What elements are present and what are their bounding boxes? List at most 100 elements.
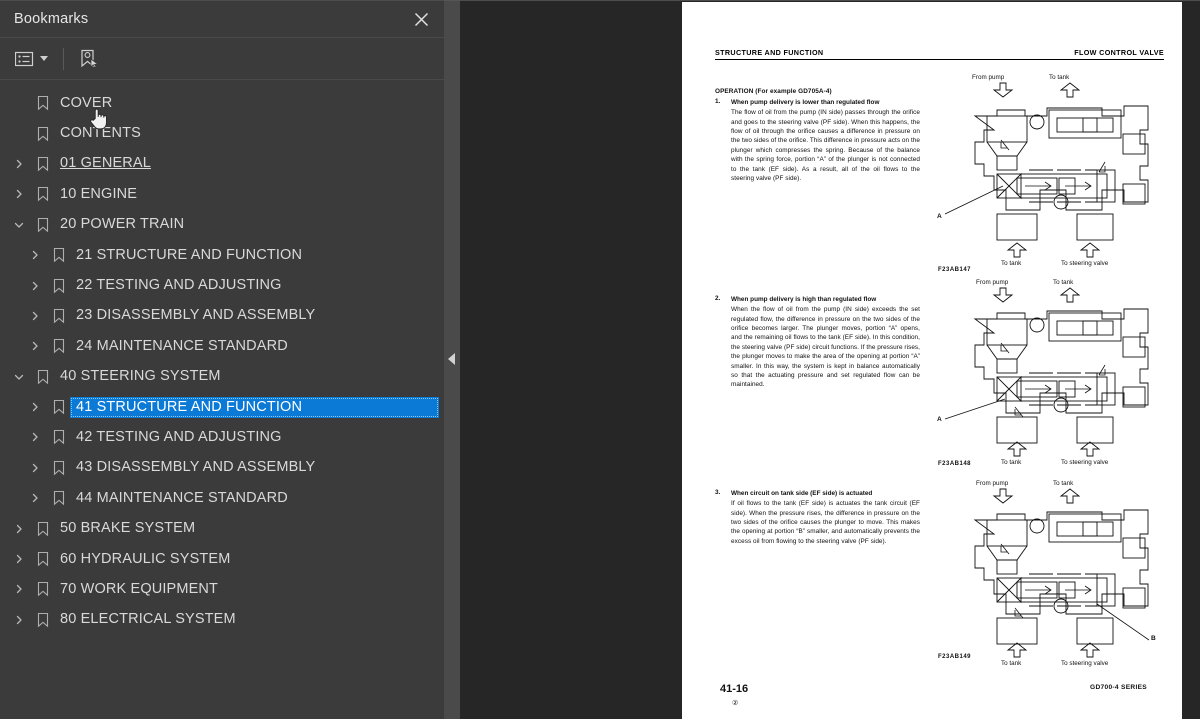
figure-1: From pump To tank A To tank To steering …: [937, 74, 1162, 274]
chevron-right-icon[interactable]: [24, 331, 46, 361]
chevron-right-icon[interactable]: [24, 453, 46, 483]
chevron-right-icon[interactable]: [24, 240, 46, 270]
figure-2-bottom-label-0: To tank: [1001, 459, 1022, 466]
chevron-right-icon[interactable]: [24, 392, 46, 422]
operation-title: OPERATION (For example GD705A-4): [715, 88, 832, 95]
bookmark-icon: [32, 186, 54, 202]
figure-2: From pump To tank A To tank To steering …: [937, 279, 1162, 471]
bookmark-item-21-structure-and-function[interactable]: 21 STRUCTURE AND FUNCTION: [0, 240, 444, 270]
bookmark-item-44-maintenance-standard[interactable]: 44 MAINTENANCE STANDARD: [0, 483, 444, 513]
bookmark-item-60-hydraulic-system[interactable]: 60 HYDRAULIC SYSTEM: [0, 544, 444, 574]
figure-3-bottom-label-1: To steering valve: [1061, 660, 1109, 667]
operation-item-3-wrap: 3. When circuit on tank side (EF side) i…: [715, 489, 920, 548]
chevron-right-icon[interactable]: [8, 514, 30, 544]
running-head-left: STRUCTURE AND FUNCTION: [715, 48, 824, 57]
figure-2-id: F23AB148: [938, 461, 972, 467]
figure-3-id: F23AB149: [938, 654, 972, 660]
bookmark-item-label: 41 STRUCTURE AND FUNCTION: [70, 396, 439, 418]
running-head-right: FLOW CONTROL VALVE: [1074, 48, 1164, 57]
operation-item-2-wrap: 2. When pump delivery is high than regul…: [715, 295, 920, 392]
panel-splitter[interactable]: [444, 0, 460, 719]
chevron-right-icon[interactable]: [8, 149, 30, 179]
figure-3-bottom-label-0: To tank: [1001, 660, 1022, 667]
bookmark-item-label: 70 WORK EQUIPMENT: [60, 580, 219, 597]
figure-1-callout: A: [937, 213, 942, 220]
figure-3: From pump To tank B To tank To steering …: [937, 480, 1162, 672]
operation-section: OPERATION (For example GD705A-4) 1. When…: [715, 88, 920, 185]
document-viewer[interactable]: STRUCTURE AND FUNCTION FLOW CONTROL VALV…: [460, 0, 1200, 719]
item-paragraph: When the flow of oil from the pump (IN s…: [731, 306, 920, 389]
figure-2-top-label-1: To tank: [1053, 279, 1074, 286]
bookmark-item-label: 80 ELECTRICAL SYSTEM: [60, 611, 236, 628]
figure-2-top-label-0: From pump: [976, 279, 1009, 286]
bookmark-item-cover[interactable]: COVER: [0, 88, 444, 118]
list-options-icon[interactable]: [12, 45, 51, 73]
chevron-right-icon[interactable]: [8, 544, 30, 574]
bookmark-item-20-power-train[interactable]: 20 POWER TRAIN: [0, 210, 444, 240]
bookmark-item-40-steering-system[interactable]: 40 STEERING SYSTEM: [0, 362, 444, 392]
figure-1-drawing: [944, 82, 1149, 258]
figure-1-top-label-0: From pump: [972, 74, 1005, 81]
bookmark-item-10-engine[interactable]: 10 ENGINE: [0, 179, 444, 209]
pdf-page-content: STRUCTURE AND FUNCTION FLOW CONTROL VALV…: [682, 2, 1182, 719]
bookmark-item-contents[interactable]: CONTENTS: [0, 118, 444, 148]
figure-2-drawing: [944, 287, 1149, 457]
bookmark-item-label: COVER: [60, 94, 113, 111]
bookmark-icon: [32, 581, 54, 597]
new-bookmark-icon[interactable]: [76, 45, 104, 73]
bookmark-icon: [48, 308, 70, 324]
panel-title: Bookmarks: [14, 11, 89, 27]
chevron-down-icon[interactable]: [8, 210, 30, 240]
page-revision-mark: ②: [732, 700, 739, 707]
chevron-down-icon[interactable]: [8, 362, 30, 392]
bookmark-icon: [48, 460, 70, 476]
chevron-right-icon[interactable]: [24, 422, 46, 452]
bookmark-item-label: 40 STEERING SYSTEM: [60, 368, 221, 385]
bookmark-item-70-work-equipment[interactable]: 70 WORK EQUIPMENT: [0, 574, 444, 604]
bookmark-item-label: 21 STRUCTURE AND FUNCTION: [76, 246, 303, 263]
bookmark-item-01-general[interactable]: 01 GENERAL: [0, 149, 444, 179]
bookmark-item-41-structure-and-function[interactable]: 41 STRUCTURE AND FUNCTION: [0, 392, 444, 422]
figure-3-drawing: [973, 488, 1150, 658]
bookmark-item-43-disassembly-and-assembly[interactable]: 43 DISASSEMBLY AND ASSEMBLY: [0, 453, 444, 483]
bookmark-item-24-maintenance-standard[interactable]: 24 MAINTENANCE STANDARD: [0, 331, 444, 361]
bookmark-item-50-brake-system[interactable]: 50 BRAKE SYSTEM: [0, 513, 444, 543]
bookmark-icon: [48, 429, 70, 445]
figure-1-bottom-label-0: To tank: [1001, 260, 1022, 267]
bookmark-item-label: 24 MAINTENANCE STANDARD: [76, 337, 288, 354]
bookmark-item-42-testing-and-adjusting[interactable]: 42 TESTING AND ADJUSTING: [0, 422, 444, 452]
item-heading: When pump delivery is high than regulate…: [731, 296, 877, 303]
figure-2-bottom-label-1: To steering valve: [1061, 459, 1109, 466]
chevron-right-icon[interactable]: [24, 271, 46, 301]
chevron-right-icon[interactable]: [8, 574, 30, 604]
pdf-reader-window: Bookmarks COVER CONTENTS 01 GENERAL 10 E…: [0, 0, 1200, 719]
item-number: 3.: [715, 489, 721, 496]
close-icon[interactable]: [410, 8, 432, 30]
chevron-right-icon[interactable]: [24, 301, 46, 331]
item-paragraph: The flow of oil from the pump (IN side) …: [731, 109, 920, 182]
item-paragraph: If oil flows to the tank (EF side) is ac…: [731, 500, 920, 545]
bookmark-item-label: 44 MAINTENANCE STANDARD: [76, 489, 288, 506]
bookmark-icon: [48, 399, 70, 415]
chevron-right-icon[interactable]: [24, 483, 46, 513]
bookmark-icon: [32, 612, 54, 628]
chevron-down-icon: [40, 56, 48, 61]
bookmark-item-label: 23 DISASSEMBLY AND ASSEMBLY: [76, 307, 316, 324]
figure-1-id: F23AB147: [938, 267, 972, 273]
bookmark-item-label: 50 BRAKE SYSTEM: [60, 520, 196, 537]
bookmark-item-label: 01 GENERAL: [60, 155, 151, 172]
item-heading: When circuit on tank side (EF side) is a…: [731, 490, 873, 497]
bookmark-icon: [48, 278, 70, 294]
bookmark-item-label: 10 ENGINE: [60, 185, 138, 202]
bookmarks-panel-header: Bookmarks: [0, 1, 444, 38]
item-heading: When pump delivery is lower than regulat…: [731, 99, 880, 106]
bookmark-item-23-disassembly-and-assembly[interactable]: 23 DISASSEMBLY AND ASSEMBLY: [0, 301, 444, 331]
bookmark-icon: [32, 126, 54, 142]
collapse-left-icon[interactable]: [448, 353, 455, 365]
bookmarks-tree: COVER CONTENTS 01 GENERAL 10 ENGINE 20 POWER…: [0, 80, 444, 635]
bookmark-item-22-testing-and-adjusting[interactable]: 22 TESTING AND ADJUSTING: [0, 270, 444, 300]
bookmark-item-80-electrical-system[interactable]: 80 ELECTRICAL SYSTEM: [0, 605, 444, 635]
bookmark-item-label: 42 TESTING AND ADJUSTING: [76, 428, 282, 445]
chevron-right-icon[interactable]: [8, 605, 30, 635]
chevron-right-icon[interactable]: [8, 179, 30, 209]
